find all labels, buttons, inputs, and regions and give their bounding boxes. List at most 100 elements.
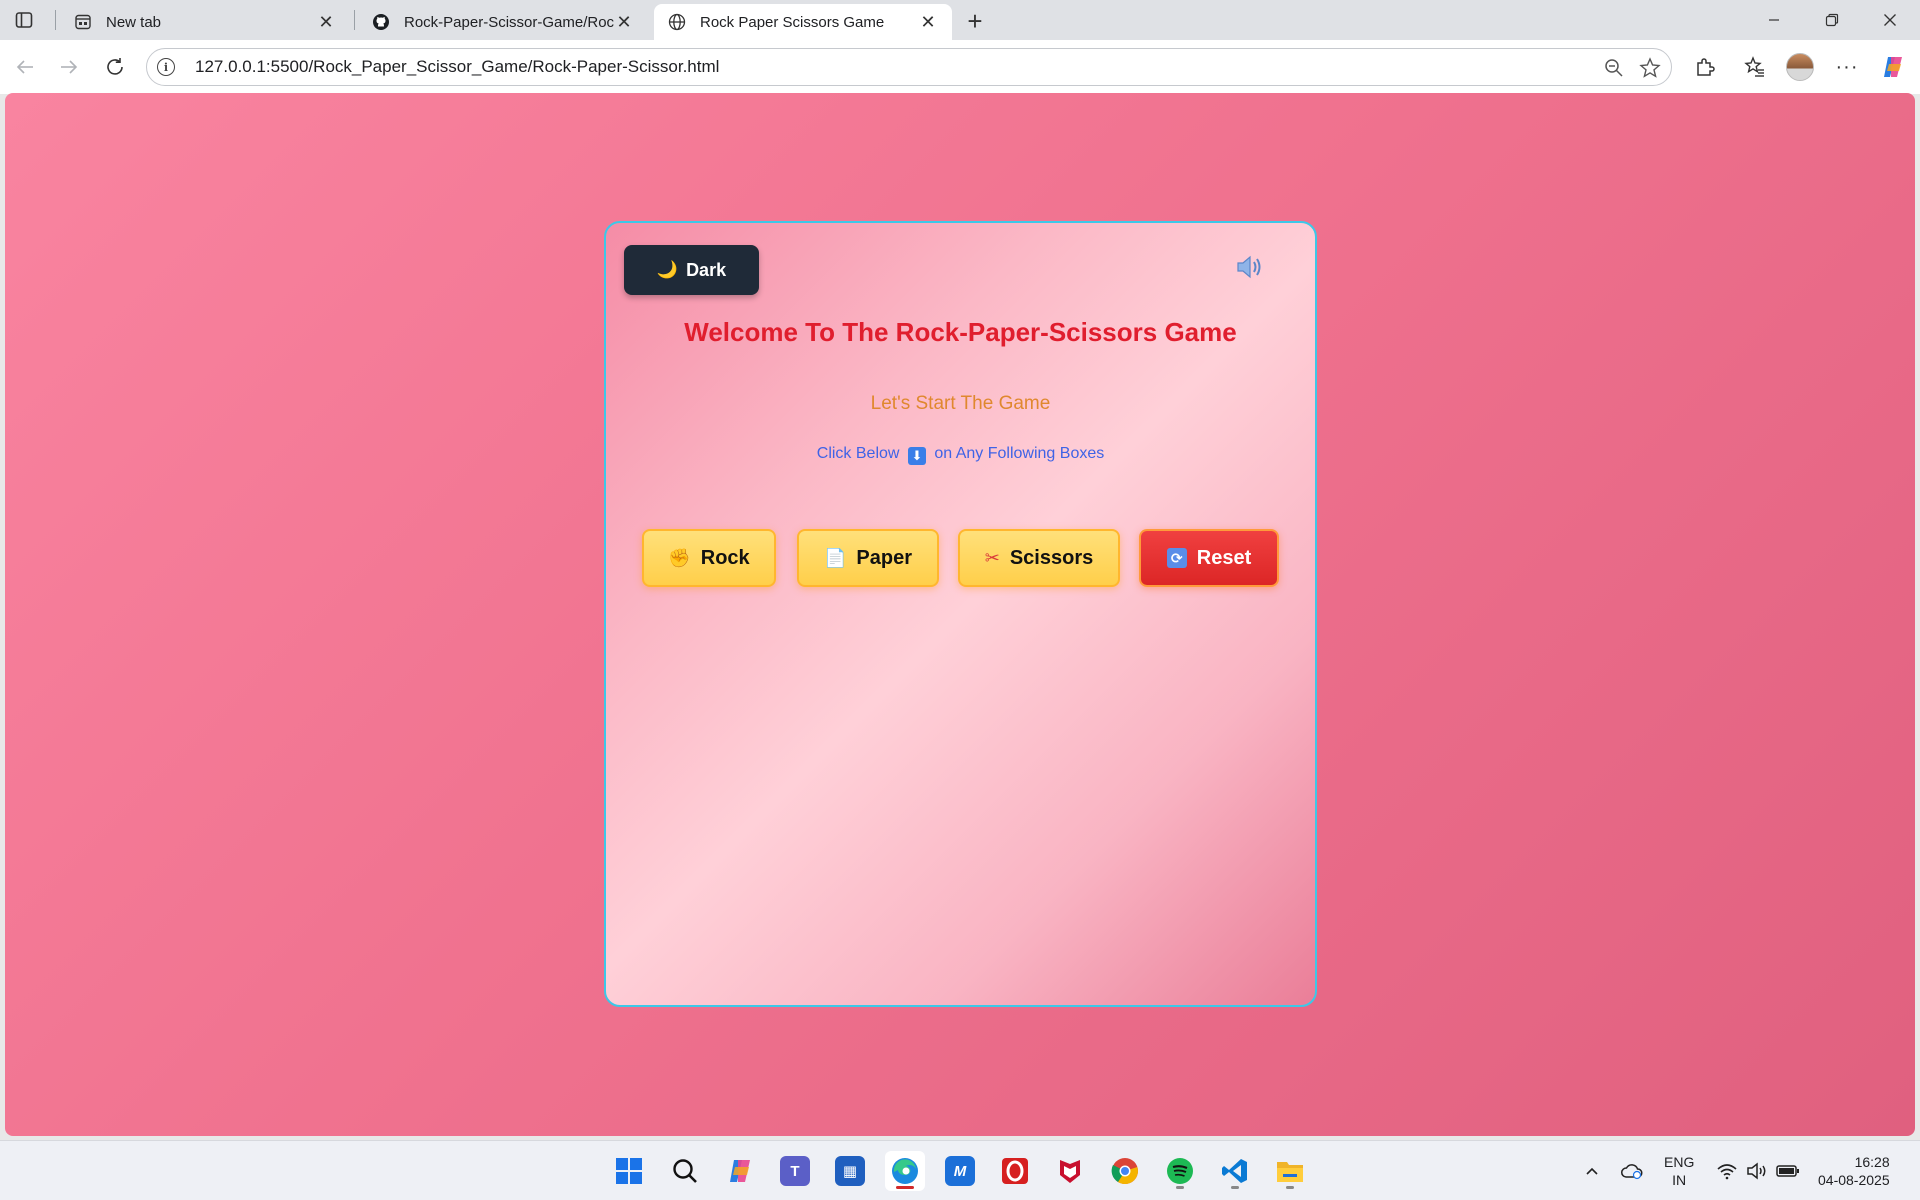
tab-separator	[55, 10, 56, 30]
tab-title: New tab	[106, 13, 162, 31]
taskbar-chrome[interactable]	[1105, 1151, 1145, 1191]
extensions-button[interactable]	[1690, 52, 1720, 82]
store-icon: ▦	[835, 1156, 865, 1186]
url-text[interactable]: 127.0.0.1:5500/Rock_Paper_Scissor_Game/R…	[195, 57, 719, 77]
tab-separator	[354, 10, 355, 30]
dark-mode-button[interactable]: 🌙 Dark	[624, 245, 759, 295]
taskbar-spotify[interactable]	[1160, 1151, 1200, 1191]
game-card: 🌙 Dark Welcome To The Rock-Paper-Scissor…	[604, 221, 1317, 1007]
mcafee-icon	[1060, 1160, 1080, 1183]
address-bar[interactable]: i 127.0.0.1:5500/Rock_Paper_Scissor_Game…	[146, 48, 1672, 86]
fist-icon: ✊	[668, 547, 691, 568]
scissors-button[interactable]: ✂ Scissors	[958, 529, 1120, 587]
taskbar-opera[interactable]	[995, 1151, 1035, 1191]
paper-button[interactable]: 📄 Paper	[797, 529, 939, 587]
taskbar-vscode[interactable]	[1215, 1151, 1255, 1191]
taskbar-app[interactable]: M	[940, 1151, 980, 1191]
volume-tray[interactable]	[1746, 1141, 1768, 1200]
onedrive-tray[interactable]	[1620, 1141, 1644, 1200]
zoom-out-icon[interactable]	[1603, 57, 1625, 79]
chevron-up-icon	[1586, 1167, 1598, 1175]
tab-title: Rock Paper Scissors Game	[700, 13, 885, 31]
reset-icon: ⟳	[1166, 548, 1187, 568]
close-icon[interactable]: ✕	[918, 12, 938, 32]
app-icon: M	[945, 1156, 975, 1186]
tab-rock-paper-scissors[interactable]: Rock Paper Scissors Game ✕	[654, 4, 952, 40]
taskbar: T ▦ M ENG IN 16:28 04-08-2025	[0, 1140, 1920, 1200]
copilot-icon	[1884, 57, 1902, 77]
taskbar-search-button[interactable]	[665, 1151, 705, 1191]
volume-icon	[1747, 1162, 1766, 1180]
game-instruction: Click Below ⬇ on Any Following Boxes	[606, 445, 1315, 465]
cloud-sync-icon	[1621, 1164, 1643, 1180]
github-icon	[372, 13, 390, 31]
teams-icon: T	[780, 1156, 810, 1186]
clock[interactable]: 16:28 04-08-2025	[1818, 1141, 1890, 1200]
network-tray[interactable]	[1716, 1141, 1738, 1200]
taskbar-edge[interactable]	[885, 1151, 925, 1191]
favorites-button[interactable]	[1740, 52, 1770, 82]
forward-button[interactable]	[54, 52, 84, 82]
browser-toolbar: i 127.0.0.1:5500/Rock_Paper_Scissor_Game…	[0, 40, 1920, 94]
reload-button[interactable]	[100, 52, 130, 82]
instruction-text: Click Below	[816, 445, 900, 462]
info-icon[interactable]: i	[157, 58, 175, 76]
battery-icon	[1776, 1165, 1799, 1177]
close-icon[interactable]: ✕	[614, 12, 634, 32]
copilot-button[interactable]	[1878, 52, 1908, 82]
windows-start-icon	[616, 1158, 642, 1184]
taskbar-teams[interactable]: T	[775, 1151, 815, 1191]
taskbar-copilot[interactable]	[720, 1151, 760, 1191]
avatar[interactable]	[1786, 53, 1814, 81]
back-button[interactable]	[10, 52, 40, 82]
taskbar-mcafee[interactable]	[1050, 1151, 1090, 1191]
reset-label: Reset	[1196, 546, 1252, 569]
game-subtitle: Let's Start The Game	[870, 393, 1051, 414]
favorites-list-icon	[1744, 56, 1764, 77]
close-window-button[interactable]	[1862, 0, 1918, 40]
taskbar-store[interactable]: ▦	[830, 1151, 870, 1191]
minimize-button[interactable]	[1746, 0, 1802, 40]
battery-tray[interactable]	[1776, 1141, 1800, 1200]
restore-icon	[1825, 13, 1839, 27]
paper-label: Paper	[856, 546, 912, 569]
region-code: IN	[1672, 1172, 1687, 1188]
windows-start-button[interactable]	[609, 1151, 649, 1191]
page-viewport: 🌙 Dark Welcome To The Rock-Paper-Scissor…	[5, 93, 1915, 1136]
puzzle-icon	[1697, 58, 1715, 76]
chrome-icon	[1111, 1158, 1138, 1185]
opera-icon	[1002, 1158, 1028, 1184]
favorite-star-icon[interactable]	[1639, 57, 1661, 79]
instruction-text: on Any Following Boxes	[934, 445, 1105, 462]
tab-title: Rock-Paper-Scissor-Game/Rock-P	[404, 13, 614, 31]
scissors-icon: ✂	[984, 547, 1000, 568]
page-title: Welcome To The Rock-Paper-Scissors Game	[684, 317, 1237, 347]
reset-button[interactable]: ⟳ Reset	[1139, 529, 1279, 587]
file-explorer-icon	[1277, 1162, 1303, 1182]
arrow-right-icon	[61, 60, 78, 74]
spotify-icon	[1167, 1158, 1193, 1184]
globe-icon	[668, 13, 686, 31]
close-icon[interactable]: ✕	[316, 12, 336, 32]
restore-button[interactable]	[1804, 0, 1860, 40]
new-tab-button[interactable]: +	[960, 6, 990, 36]
language-indicator[interactable]: ENG IN	[1664, 1141, 1694, 1200]
tab-strip: New tab ✕ Rock-Paper-Scissor-Game/Rock-P…	[0, 0, 1920, 40]
tab-new-tab[interactable]: New tab ✕	[60, 4, 350, 40]
speaker-icon[interactable]	[1234, 253, 1266, 281]
vscode-icon	[1222, 1159, 1247, 1183]
taskbar-file-explorer[interactable]	[1270, 1151, 1310, 1191]
close-icon	[1884, 14, 1896, 26]
arrow-down-icon: ⬇	[907, 447, 926, 465]
tab-github[interactable]: Rock-Paper-Scissor-Game/Rock-P ✕	[358, 4, 648, 40]
new-tab-page-icon	[74, 13, 92, 31]
tab-actions-button[interactable]	[0, 0, 48, 40]
clock-date: 04-08-2025	[1818, 1172, 1890, 1188]
rock-button[interactable]: ✊ Rock	[642, 529, 776, 587]
dark-mode-label: Dark	[686, 259, 727, 280]
clock-time: 16:28	[1854, 1154, 1890, 1170]
sidebar-toggle-icon	[15, 12, 33, 28]
show-hidden-icons-button[interactable]	[1584, 1141, 1600, 1200]
running-indicator	[1176, 1186, 1184, 1189]
settings-more-button[interactable]: ···	[1832, 52, 1862, 82]
